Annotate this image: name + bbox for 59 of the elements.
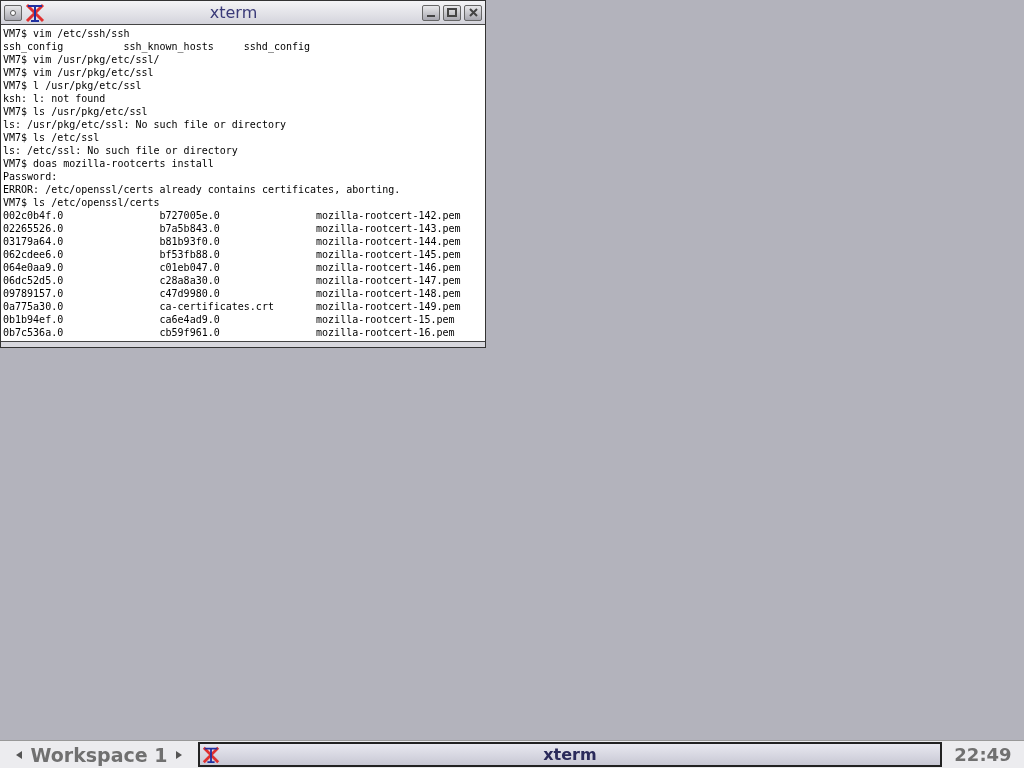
terminal-text: mozilla-rootcert-148.pem bbox=[316, 287, 462, 300]
terminal-text: mozilla-rootcert-146.pem bbox=[316, 261, 462, 274]
terminal-text: VM7$ vim /usr/pkg/etc/ssl bbox=[3, 66, 154, 79]
terminal-text: ca6e4ad9.0 bbox=[159, 313, 221, 326]
terminal-text: mozilla-rootcert-147.pem bbox=[316, 274, 462, 287]
workspace-name[interactable]: Workspace 1 bbox=[30, 743, 168, 766]
terminal-text: 062cdee6.0 bbox=[3, 248, 65, 261]
terminal-text: 0a775a30.0 bbox=[3, 300, 65, 313]
terminal-text: VM7$ ls /etc/openssl/certs bbox=[3, 196, 160, 209]
close-button[interactable] bbox=[464, 4, 482, 21]
maximize-button[interactable] bbox=[443, 4, 461, 21]
terminal-text: VM7$ ls /usr/pkg/etc/ssl bbox=[3, 105, 148, 118]
terminal-text: ssh_config bbox=[3, 40, 65, 53]
terminal-text: ksh: l: not found bbox=[3, 92, 106, 105]
terminal-text: ssh_known_hosts bbox=[123, 40, 215, 53]
terminal-text: VM7$ ls /etc/ssl bbox=[3, 131, 100, 144]
minimize-button[interactable] bbox=[422, 4, 440, 21]
terminal-text: 0b1b94ef.0 bbox=[3, 313, 65, 326]
window-title: xterm bbox=[208, 3, 259, 22]
x-logo-icon bbox=[202, 746, 220, 764]
terminal-text: mozilla-rootcert-143.pem bbox=[316, 222, 462, 235]
terminal-text: 002c0b4f.0 bbox=[3, 209, 65, 222]
terminal-text: b7a5b843.0 bbox=[159, 222, 221, 235]
terminal-text: mozilla-rootcert-142.pem bbox=[316, 209, 462, 222]
terminal-text: VM7$ vim /etc/ssh/ssh bbox=[3, 27, 130, 40]
terminal-text: VM7$ doas mozilla-rootcerts install bbox=[3, 157, 214, 170]
terminal-text: mozilla-rootcert-15.pem bbox=[316, 313, 456, 326]
terminal-text: c28a8a30.0 bbox=[159, 274, 221, 287]
terminal-text: ls: /usr/pkg/etc/ssl: No such file or directory bbox=[3, 118, 286, 131]
terminal-text: 09789157.0 bbox=[3, 287, 65, 300]
taskbar-task-button[interactable]: xterm bbox=[198, 742, 942, 767]
terminal-text: c47d9980.0 bbox=[159, 287, 221, 300]
terminal-text: 0b7c536a.0 bbox=[3, 326, 65, 339]
terminal-text: 06dc52d5.0 bbox=[3, 274, 65, 287]
terminal-text: sshd_config bbox=[243, 40, 312, 53]
terminal-text: mozilla-rootcert-149.pem bbox=[316, 300, 462, 313]
clock: 22:49 bbox=[953, 743, 1013, 767]
terminal-text: b727005e.0 bbox=[159, 209, 221, 222]
terminal-text: mozilla-rootcert-144.pem bbox=[316, 235, 462, 248]
window-menu-button[interactable] bbox=[4, 4, 22, 21]
previous-workspace-arrow[interactable] bbox=[16, 750, 23, 759]
terminal-text: ERROR: /etc/openssl/certs already contains certificates, aborting. bbox=[3, 183, 401, 196]
terminal-text: 03179a64.0 bbox=[3, 235, 65, 248]
terminal-text: c01eb047.0 bbox=[159, 261, 221, 274]
terminal-text: b81b93f0.0 bbox=[159, 235, 221, 248]
close-icon bbox=[468, 8, 478, 17]
terminal-text: Password: bbox=[3, 170, 58, 183]
x-logo-icon bbox=[25, 2, 45, 23]
terminal-text: 02265526.0 bbox=[3, 222, 65, 235]
terminal-text: ls: /etc/ssl: No such file or directory bbox=[3, 144, 238, 157]
terminal-text: 064e0aa9.0 bbox=[3, 261, 65, 274]
terminal-text: bf53fb88.0 bbox=[159, 248, 221, 261]
next-workspace-arrow[interactable] bbox=[175, 750, 182, 759]
terminal-text: VM7$ l /usr/pkg/etc/ssl bbox=[3, 79, 142, 92]
terminal-text: VM7$ vim /usr/pkg/etc/ssl/ bbox=[3, 53, 160, 66]
terminal-text: cb59f961.0 bbox=[159, 326, 221, 339]
terminal-text: mozilla-rootcert-145.pem bbox=[316, 248, 462, 261]
terminal-text: mozilla-rootcert-16.pem bbox=[316, 326, 456, 339]
terminal-text: ca-certificates.crt bbox=[159, 300, 275, 313]
